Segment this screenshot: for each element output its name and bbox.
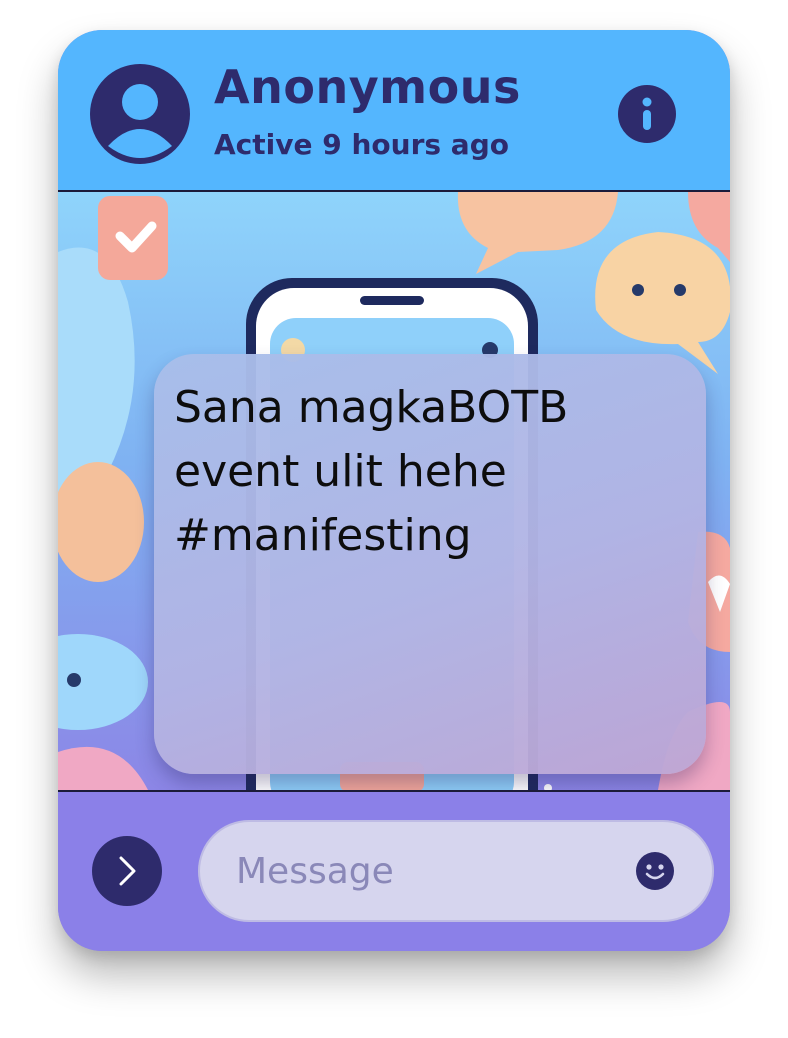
message-bubble[interactable]: Sana magkaBOTB event ulit hehe #manifest…	[154, 354, 706, 774]
contact-name: Anonymous	[214, 60, 521, 114]
chat-header: Anonymous Active 9 hours ago	[58, 30, 730, 192]
smiley-icon[interactable]	[636, 852, 674, 890]
chevron-right-icon[interactable]	[92, 836, 162, 906]
chat-card: Anonymous Active 9 hours ago Sana magkaB…	[58, 30, 730, 951]
chat-background: Sana magkaBOTB event ulit hehe #manifest…	[58, 192, 730, 792]
message-text: Sana magkaBOTB event ulit hehe #manifest…	[174, 382, 569, 561]
active-status: Active 9 hours ago	[214, 128, 509, 161]
message-box	[198, 820, 714, 922]
composer-bar	[58, 792, 730, 951]
info-icon[interactable]	[618, 85, 676, 143]
message-input[interactable]	[236, 846, 616, 896]
user-avatar-icon[interactable]	[90, 64, 190, 164]
